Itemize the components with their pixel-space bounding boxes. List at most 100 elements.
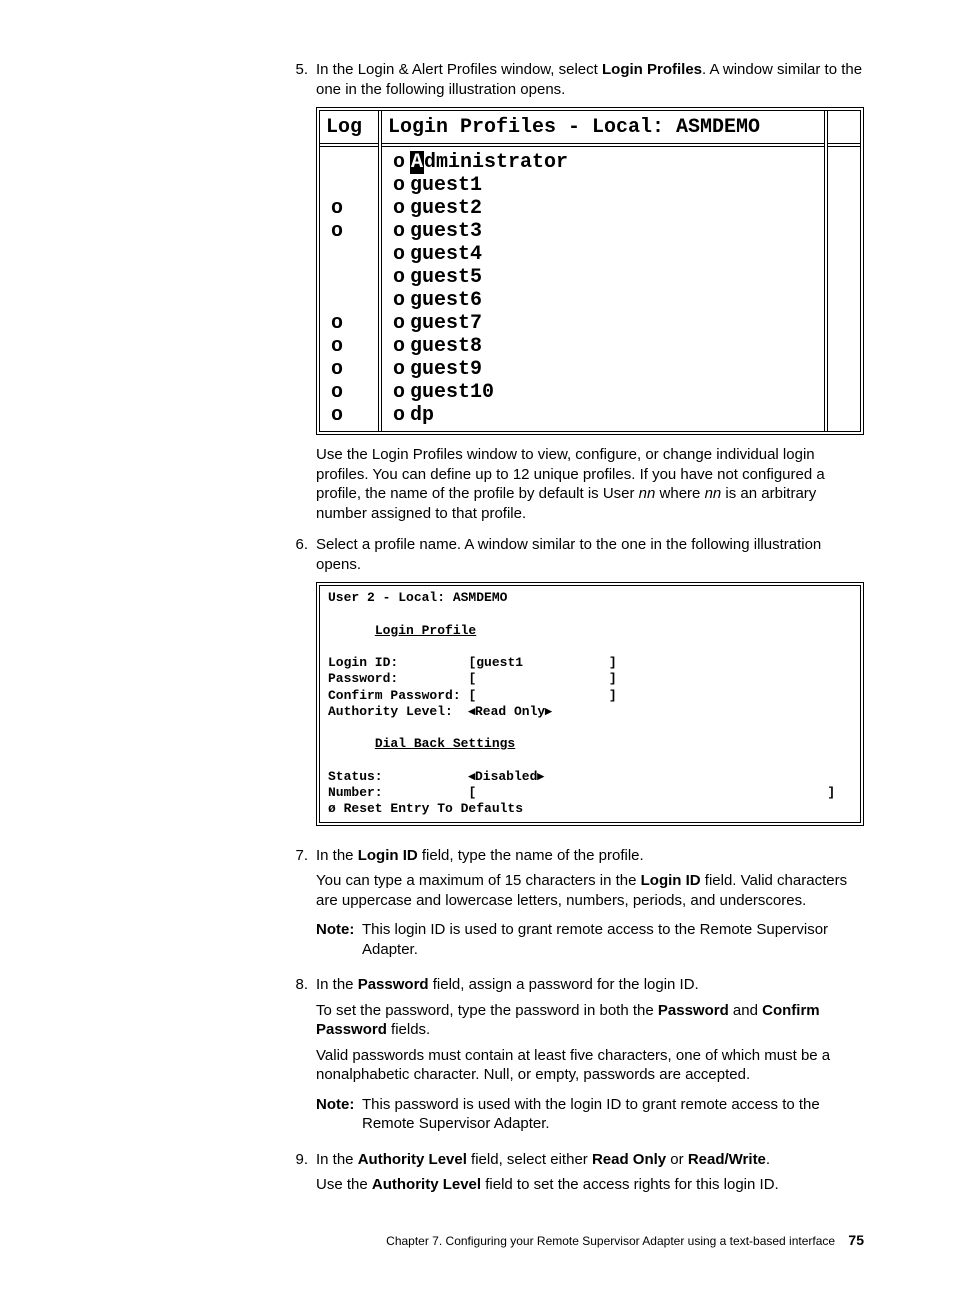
section-title: Dial Back Settings <box>375 736 515 751</box>
number-field-right[interactable]: ] <box>827 785 835 800</box>
login-profiles-window: Log o o o o o o o Login Profiles - Local… <box>316 107 864 435</box>
text: In the <box>316 847 358 864</box>
text: dministrator <box>424 151 568 174</box>
text: field to set the access rights for this … <box>481 1176 779 1193</box>
note-label: Note: <box>316 1095 362 1134</box>
text: guest6 <box>410 289 482 312</box>
col2-title: Login Profiles - Local: ASMDEMO <box>382 111 824 147</box>
password-field[interactable]: [ ] <box>468 671 616 686</box>
profile-entry[interactable]: oguest8 <box>388 335 818 358</box>
profile-entry[interactable]: oguest3 <box>388 220 818 243</box>
profile-entry[interactable]: oguest5 <box>388 266 818 289</box>
login-id-field[interactable]: [guest1 ] <box>468 655 616 670</box>
authority-level-field[interactable]: ◂Read Only▸ <box>468 704 551 719</box>
section-title: Login Profile <box>375 623 476 638</box>
text: guest1 <box>410 174 482 197</box>
bold-text: Password <box>358 976 429 993</box>
paragraph: Use the Authority Level field to set the… <box>316 1175 864 1195</box>
window-title: User 2 - Local: ASMDEMO <box>328 590 507 605</box>
status-label: Status: <box>328 769 383 784</box>
cursor: A <box>410 151 424 174</box>
text: dp <box>410 404 434 427</box>
text: In the <box>316 976 358 993</box>
bold-text: Read Only <box>592 1151 666 1168</box>
reset-entry[interactable]: ø Reset Entry To Defaults <box>328 801 523 816</box>
bold-text: Login Profiles <box>602 61 702 78</box>
text: field, select either <box>467 1151 592 1168</box>
bold-text: Password <box>658 1002 729 1019</box>
text: and <box>729 1002 762 1019</box>
bold-text: Authority Level <box>358 1151 467 1168</box>
login-id-label: Login ID: <box>328 655 398 670</box>
text: . <box>766 1151 770 1168</box>
text: In the <box>316 1151 358 1168</box>
text: guest3 <box>410 220 482 243</box>
step-text: In the Login ID field, type the name of … <box>316 846 864 866</box>
profile-entry[interactable]: oguest4 <box>388 243 818 266</box>
profile-entry[interactable]: oguest1 <box>388 174 818 197</box>
bold-text: Login ID <box>358 847 418 864</box>
italic-text: nn <box>705 485 722 502</box>
bold-text: Authority Level <box>372 1176 481 1193</box>
step-7: 7. In the Login ID field, type the name … <box>280 846 864 970</box>
bold-text: Read/Write <box>688 1151 766 1168</box>
col1-title: Log <box>320 111 378 147</box>
text: field, type the name of the profile. <box>418 847 644 864</box>
step-text: In the Authority Level field, select eit… <box>316 1150 864 1170</box>
text: field, assign a password for the login I… <box>429 976 699 993</box>
step-number: 5. <box>280 60 316 529</box>
user-profile-window: User 2 - Local: ASMDEMO Login Profile Lo… <box>316 582 864 826</box>
bold-text: Login ID <box>641 872 701 889</box>
paragraph: You can type a maximum of 15 characters … <box>316 871 864 910</box>
step-9: 9. In the Authority Level field, select … <box>280 1150 864 1201</box>
text: Use the <box>316 1176 372 1193</box>
text: guest2 <box>410 197 482 220</box>
step-text: In the Password field, assign a password… <box>316 975 864 995</box>
italic-text: nn <box>639 485 656 502</box>
page-number: 75 <box>848 1232 864 1248</box>
profile-entry[interactable]: odp <box>388 404 818 427</box>
text: guest8 <box>410 335 482 358</box>
text: guest10 <box>410 381 494 404</box>
profile-entry[interactable]: oguest2 <box>388 197 818 220</box>
number-field-left[interactable]: [ <box>468 785 476 800</box>
text: In the Login & Alert Profiles window, se… <box>316 61 602 78</box>
profile-entry-administrator[interactable]: oAdministrator <box>388 151 818 174</box>
password-label: Password: <box>328 671 398 686</box>
profile-entry[interactable]: oguest9 <box>388 358 818 381</box>
step-number: 9. <box>280 1150 316 1201</box>
note: Note: This password is used with the log… <box>316 1095 864 1134</box>
profile-entry[interactable]: oguest10 <box>388 381 818 404</box>
step-number: 7. <box>280 846 316 970</box>
paragraph: Use the Login Profiles window to view, c… <box>316 445 864 523</box>
number-label: Number: <box>328 785 383 800</box>
text: guest9 <box>410 358 482 381</box>
text: where <box>655 485 704 502</box>
text: guest7 <box>410 312 482 335</box>
confirm-password-field[interactable]: [ ] <box>468 688 616 703</box>
paragraph: Valid passwords must contain at least fi… <box>316 1046 864 1085</box>
confirm-password-label: Confirm Password: <box>328 688 461 703</box>
text: You can type a maximum of 15 characters … <box>316 872 641 889</box>
step-list: 5. In the Login & Alert Profiles window,… <box>280 60 864 1201</box>
paragraph: To set the password, type the password i… <box>316 1001 864 1040</box>
step-text: Select a profile name. A window similar … <box>316 535 864 574</box>
step-text: In the Login & Alert Profiles window, se… <box>316 60 864 99</box>
profile-entry[interactable]: oguest7 <box>388 312 818 335</box>
note: Note: This login ID is used to grant rem… <box>316 920 864 959</box>
step-6: 6. Select a profile name. A window simil… <box>280 535 864 840</box>
step-number: 6. <box>280 535 316 840</box>
text: guest4 <box>410 243 482 266</box>
note-body: This login ID is used to grant remote ac… <box>362 920 864 959</box>
profile-entry[interactable]: oguest6 <box>388 289 818 312</box>
status-field[interactable]: ◂Disabled▸ <box>468 769 543 784</box>
text: guest5 <box>410 266 482 289</box>
page-footer: Chapter 7. Configuring your Remote Super… <box>280 1231 864 1250</box>
text: To set the password, type the password i… <box>316 1002 658 1019</box>
step-number: 8. <box>280 975 316 1144</box>
authority-level-label: Authority Level: <box>328 704 453 719</box>
step-5: 5. In the Login & Alert Profiles window,… <box>280 60 864 529</box>
note-body: This password is used with the login ID … <box>362 1095 864 1134</box>
text: fields. <box>387 1021 430 1038</box>
note-label: Note: <box>316 920 362 959</box>
